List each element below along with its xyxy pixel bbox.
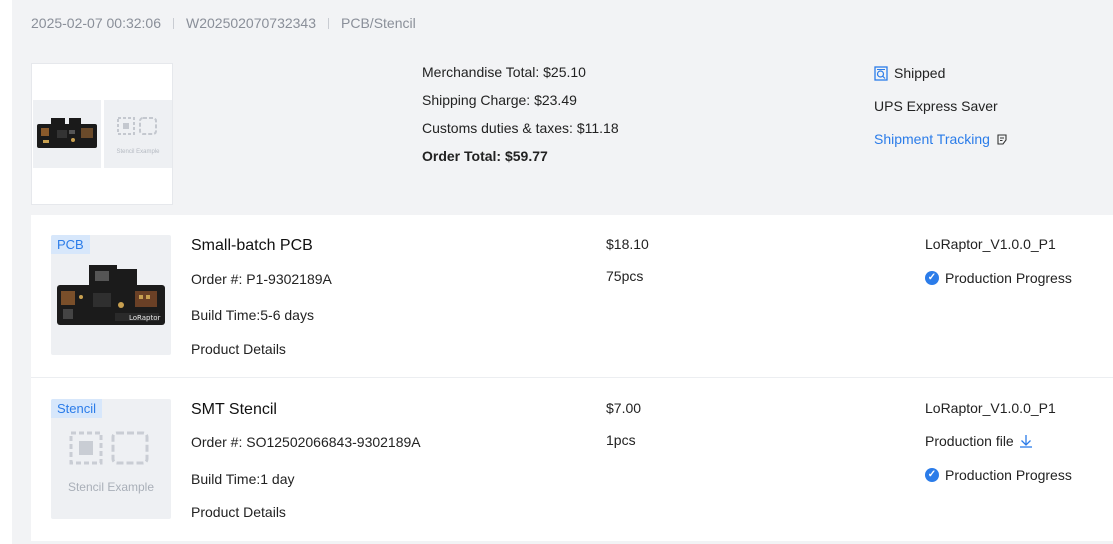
shipping-method: UPS Express Saver (874, 95, 1009, 117)
product-details-link[interactable]: Product Details (191, 504, 286, 520)
check-circle-icon: ✓ (925, 271, 939, 285)
pcb-thumbnail-small (33, 100, 101, 168)
order-number-line: Order #: SO12502066843-9302189A (191, 434, 421, 450)
shipping-status-label: Shipped (894, 65, 946, 81)
order-number-line: Order #: P1-9302189A (191, 271, 332, 287)
list-item: Stencil Stencil Example SMT Stencil Orde… (31, 379, 1113, 541)
shipping-method-label: UPS Express Saver (874, 98, 998, 114)
shipping-status: Shipped (874, 63, 1009, 83)
customs-duties: Customs duties & taxes: $11.18 (422, 120, 619, 136)
svg-text:LoRaptor: LoRaptor (129, 314, 161, 322)
stencil-example-label: Stencil Example (116, 149, 160, 155)
product-title: Small-batch PCB (191, 237, 313, 254)
file-name: LoRaptor_V1.0.0_P1 (925, 400, 1056, 416)
item-quantity: 1pcs (606, 432, 636, 448)
pcb-thumbnail[interactable]: LoRaptor PCB (51, 235, 171, 355)
production-file-label[interactable]: Production file (925, 433, 1014, 449)
order-header: 2025-02-07 00:32:06 W202502070732343 PCB… (31, 15, 416, 31)
file-name: LoRaptor_V1.0.0_P1 (925, 236, 1056, 252)
merchandise-total: Merchandise Total: $25.10 (422, 64, 586, 80)
build-time: Build Time:5-6 days (191, 307, 314, 323)
order-category: PCB/Stencil (341, 15, 416, 31)
item-price: $7.00 (606, 400, 642, 416)
shipping-charge: Shipping Charge: $23.49 (422, 92, 577, 108)
order-datetime: 2025-02-07 00:32:06 (31, 15, 161, 31)
item-price: $18.10 (606, 236, 649, 252)
shipping-info: Shipped UPS Express Saver Shipment Track… (874, 63, 1009, 149)
production-progress-link[interactable]: ✓ Production Progress (925, 270, 1072, 286)
shipment-tracking-label[interactable]: Shipment Tracking (874, 131, 990, 147)
file-name-label: LoRaptor_V1.0.0_P1 (925, 236, 1056, 252)
order-totals: Merchandise Total: $25.10 Shipping Charg… (422, 63, 619, 175)
product-details-link[interactable]: Product Details (191, 341, 286, 357)
production-progress-link[interactable]: ✓ Production Progress (925, 467, 1072, 483)
pcb-board-image (37, 118, 97, 148)
production-file-download[interactable]: Production file (925, 433, 1033, 449)
order-number: W202502070732343 (186, 15, 317, 31)
product-title: SMT Stencil (191, 401, 277, 418)
pcb-tag: PCB (51, 235, 90, 254)
file-name-label: LoRaptor_V1.0.0_P1 (925, 400, 1056, 416)
build-time: Build Time:1 day (191, 471, 295, 487)
divider (173, 17, 174, 29)
external-link-icon[interactable] (996, 133, 1009, 146)
item-quantity: 75pcs (606, 268, 644, 284)
stencil-thumbnail-small: Stencil Example (104, 100, 172, 168)
production-progress-label[interactable]: Production Progress (945, 467, 1072, 483)
stencil-thumbnail[interactable]: Stencil Stencil Example (51, 399, 171, 519)
divider (328, 17, 330, 29)
stencil-pattern-icon (117, 117, 157, 135)
shipped-icon (874, 65, 888, 81)
order-items: LoRaptor PCB Small-batch PCB Order #: P1… (31, 215, 1113, 541)
order-card: 2025-02-07 00:32:06 W202502070732343 PCB… (12, 0, 1113, 544)
shipment-tracking-link[interactable]: Shipment Tracking (874, 129, 1009, 149)
list-item: LoRaptor PCB Small-batch PCB Order #: P1… (31, 215, 1113, 378)
stencil-example-label: Stencil Example (67, 480, 155, 494)
download-icon[interactable] (1019, 434, 1033, 448)
stencil-tag: Stencil (51, 399, 103, 418)
production-progress-label[interactable]: Production Progress (945, 270, 1072, 286)
order-summary-thumbnail[interactable]: Stencil Example (31, 63, 173, 205)
check-circle-icon: ✓ (925, 468, 939, 482)
order-total: Order Total: $59.77 (422, 148, 548, 164)
